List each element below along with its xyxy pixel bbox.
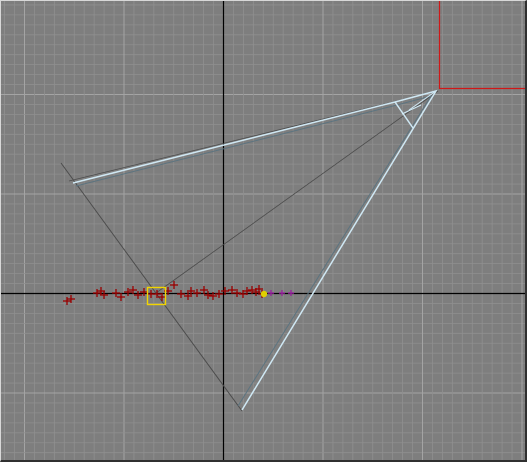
active-track-point[interactable] xyxy=(260,290,268,298)
top-viewport[interactable] xyxy=(0,0,527,462)
track-point-marker[interactable] xyxy=(129,286,137,294)
track-point-marker[interactable] xyxy=(193,289,201,297)
camera-body-outline[interactable] xyxy=(72,89,438,411)
track-point-marker[interactable] xyxy=(124,288,132,296)
viewport-canvas[interactable] xyxy=(1,1,527,462)
track-point-marker[interactable] xyxy=(248,286,256,294)
track-point-marker[interactable] xyxy=(204,291,212,299)
track-point-marker[interactable] xyxy=(67,295,75,303)
track-point-marker[interactable] xyxy=(200,286,208,294)
track-point-marker[interactable] xyxy=(112,289,120,297)
viewport-grid xyxy=(1,1,525,460)
frustum-centerline xyxy=(155,90,439,294)
camera-object[interactable] xyxy=(72,89,438,411)
camera-lens-cross xyxy=(401,104,422,115)
